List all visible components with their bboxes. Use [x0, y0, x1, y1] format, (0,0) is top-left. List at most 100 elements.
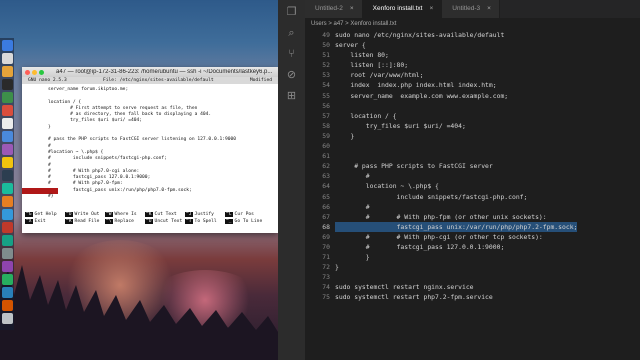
line-number: 66 [322, 202, 330, 211]
nano-shortcut-label: Write Out [74, 212, 100, 217]
code-text: location ~ \.php$ { [335, 182, 439, 191]
app-icon[interactable] [1, 313, 13, 324]
nano-line-text: # [48, 143, 51, 149]
app-icon[interactable] [1, 196, 13, 207]
app-icon[interactable] [1, 66, 13, 77]
editor-tab[interactable]: Untitled-2 × [305, 0, 363, 18]
code-line: 72} [305, 262, 640, 272]
line-number: 67 [322, 212, 330, 221]
app-icon[interactable] [1, 235, 13, 246]
code-text: # [335, 172, 370, 181]
close-icon[interactable]: × [429, 5, 433, 12]
breadcrumb[interactable]: Users > a47 > Xenforo install.txt [305, 18, 640, 30]
nano-shortcut-key: ^U [145, 218, 153, 224]
zoom-button[interactable] [39, 69, 44, 75]
code-text: server { [335, 41, 366, 50]
app-icon[interactable] [1, 105, 13, 116]
code-editor[interactable]: 49 sudo nano /etc/nginx/sites-available/d… [305, 30, 640, 360]
source-control-icon[interactable]: ⑂ [285, 48, 298, 61]
search-icon[interactable]: ⌕ [285, 27, 298, 40]
code-line: 61 [305, 151, 640, 161]
forest-silhouette [0, 265, 278, 360]
code-text: # # With php-cgi (or other tcp sockets): [335, 232, 543, 241]
app-icon[interactable] [1, 131, 13, 142]
nano-line-text: # # With php7.0-cgi alone: [48, 168, 140, 174]
app-icon[interactable] [1, 300, 13, 311]
nano-line-text: # pass the PHP scripts to FastCGI server… [48, 137, 237, 143]
code-line: 58 try_files $uri $uri/ =404; [305, 121, 640, 131]
close-icon[interactable]: × [487, 5, 491, 12]
nano-shortcut: ^U Uncut Text [145, 218, 185, 226]
app-icon[interactable] [1, 287, 13, 298]
app-icon[interactable] [1, 248, 13, 259]
nano-shortcut-key: ^_ [225, 218, 233, 224]
debug-icon[interactable]: ⊘ [285, 69, 298, 82]
editor-tab[interactable]: Xenforo install.txt × [362, 0, 443, 18]
nano-shortcut: ^X Exit [25, 218, 65, 226]
files-icon[interactable]: ❐ [285, 6, 298, 19]
code-line: 52 listen [::]:80; [305, 60, 640, 70]
app-icon[interactable] [1, 144, 13, 155]
line-number: 65 [322, 192, 330, 201]
editor-tab[interactable]: Untitled-3 × [442, 0, 500, 18]
nano-line-text: #location ~ \.php$ { [48, 149, 104, 155]
nano-status: Modified [249, 78, 272, 83]
line-number: 74 [322, 283, 330, 292]
nano-shortcut-label: Cur Pos [234, 212, 254, 217]
nano-shortcut: ^T To Spell [185, 218, 225, 226]
line-number: 59 [322, 131, 330, 140]
nano-shortcut-label: Go To Line [234, 218, 263, 224]
line-number: 64 [322, 182, 330, 191]
line-number: 72 [322, 263, 330, 272]
code-text: sudo systemctl restart nginx.service [335, 283, 474, 292]
line-number: 73 [322, 273, 330, 282]
nano-shortcut-label: Uncut Text [154, 218, 183, 224]
nano-shortcut-key: ^O [65, 212, 73, 217]
app-icon[interactable] [1, 261, 13, 272]
code-text: # pass PHP scripts to FastCGI server [335, 162, 493, 171]
nano-shortcut-label: Cut Text [154, 212, 177, 217]
code-line: 64 location ~ \.php$ { [305, 181, 640, 191]
line-number: 49 [322, 31, 330, 39]
nano-shortcut: ^R Read File [65, 218, 105, 226]
nano-shortcut: ^W Where Is [105, 212, 145, 219]
nano-shortcut: ^\ Replace [105, 218, 145, 226]
finder-icon[interactable] [1, 40, 13, 51]
code-text: server_name example.com www.example.com; [335, 91, 509, 100]
app-icon[interactable] [1, 183, 13, 194]
code-text: try_files $uri $uri/ =404; [335, 121, 466, 130]
app-icon[interactable] [1, 170, 13, 181]
close-icon[interactable]: × [350, 5, 354, 12]
code-line: 71 } [305, 252, 640, 262]
nano-shortcut-key: ^C [225, 212, 233, 217]
app-icon[interactable] [1, 157, 13, 168]
nano-shortcut-label: Where Is [114, 212, 137, 217]
vscode-window: ❐ ⌕ ⑂ ⊘ ⊞ Untitled-2 × Xenforo install.txt… [278, 0, 640, 360]
extensions-icon[interactable]: ⊞ [285, 90, 298, 103]
application-dock [0, 38, 14, 330]
line-number: 69 [322, 232, 330, 241]
app-icon[interactable] [1, 222, 13, 233]
line-number: 57 [322, 111, 330, 120]
safari-icon[interactable] [1, 53, 13, 64]
nano-editor-buffer[interactable]: server_name forum.ikiptoo.me; location / … [22, 84, 278, 200]
tab-label: Untitled-2 [315, 5, 343, 12]
app-icon[interactable] [1, 209, 13, 220]
minimize-button[interactable] [32, 69, 37, 75]
code-line: 62 # pass PHP scripts to FastCGI server [305, 161, 640, 171]
nano-line-text: # as directory, then fall back to displa… [48, 112, 212, 118]
code-line: 51 listen 80; [305, 50, 640, 60]
code-line: 69 # # With php-cgi (or other tcp socket… [305, 232, 640, 242]
code-line: 73 [305, 272, 640, 282]
nano-line-text: # include snippets/fastcgi-php.conf; [48, 156, 167, 162]
terminal-window[interactable]: a47 — root@ip-172-31-86-223: /home/ubunt… [22, 67, 278, 233]
nano-shortcut-label: Justify [194, 212, 214, 217]
code-line: 56 [305, 101, 640, 111]
close-button[interactable] [25, 69, 30, 75]
code-line: 57 location / { [305, 111, 640, 121]
terminal-icon[interactable] [1, 79, 13, 90]
app-icon[interactable] [1, 274, 13, 285]
app-icon[interactable] [1, 92, 13, 103]
code-text: include snippets/fastcgi-php.conf; [335, 192, 528, 201]
app-icon[interactable] [1, 118, 13, 129]
